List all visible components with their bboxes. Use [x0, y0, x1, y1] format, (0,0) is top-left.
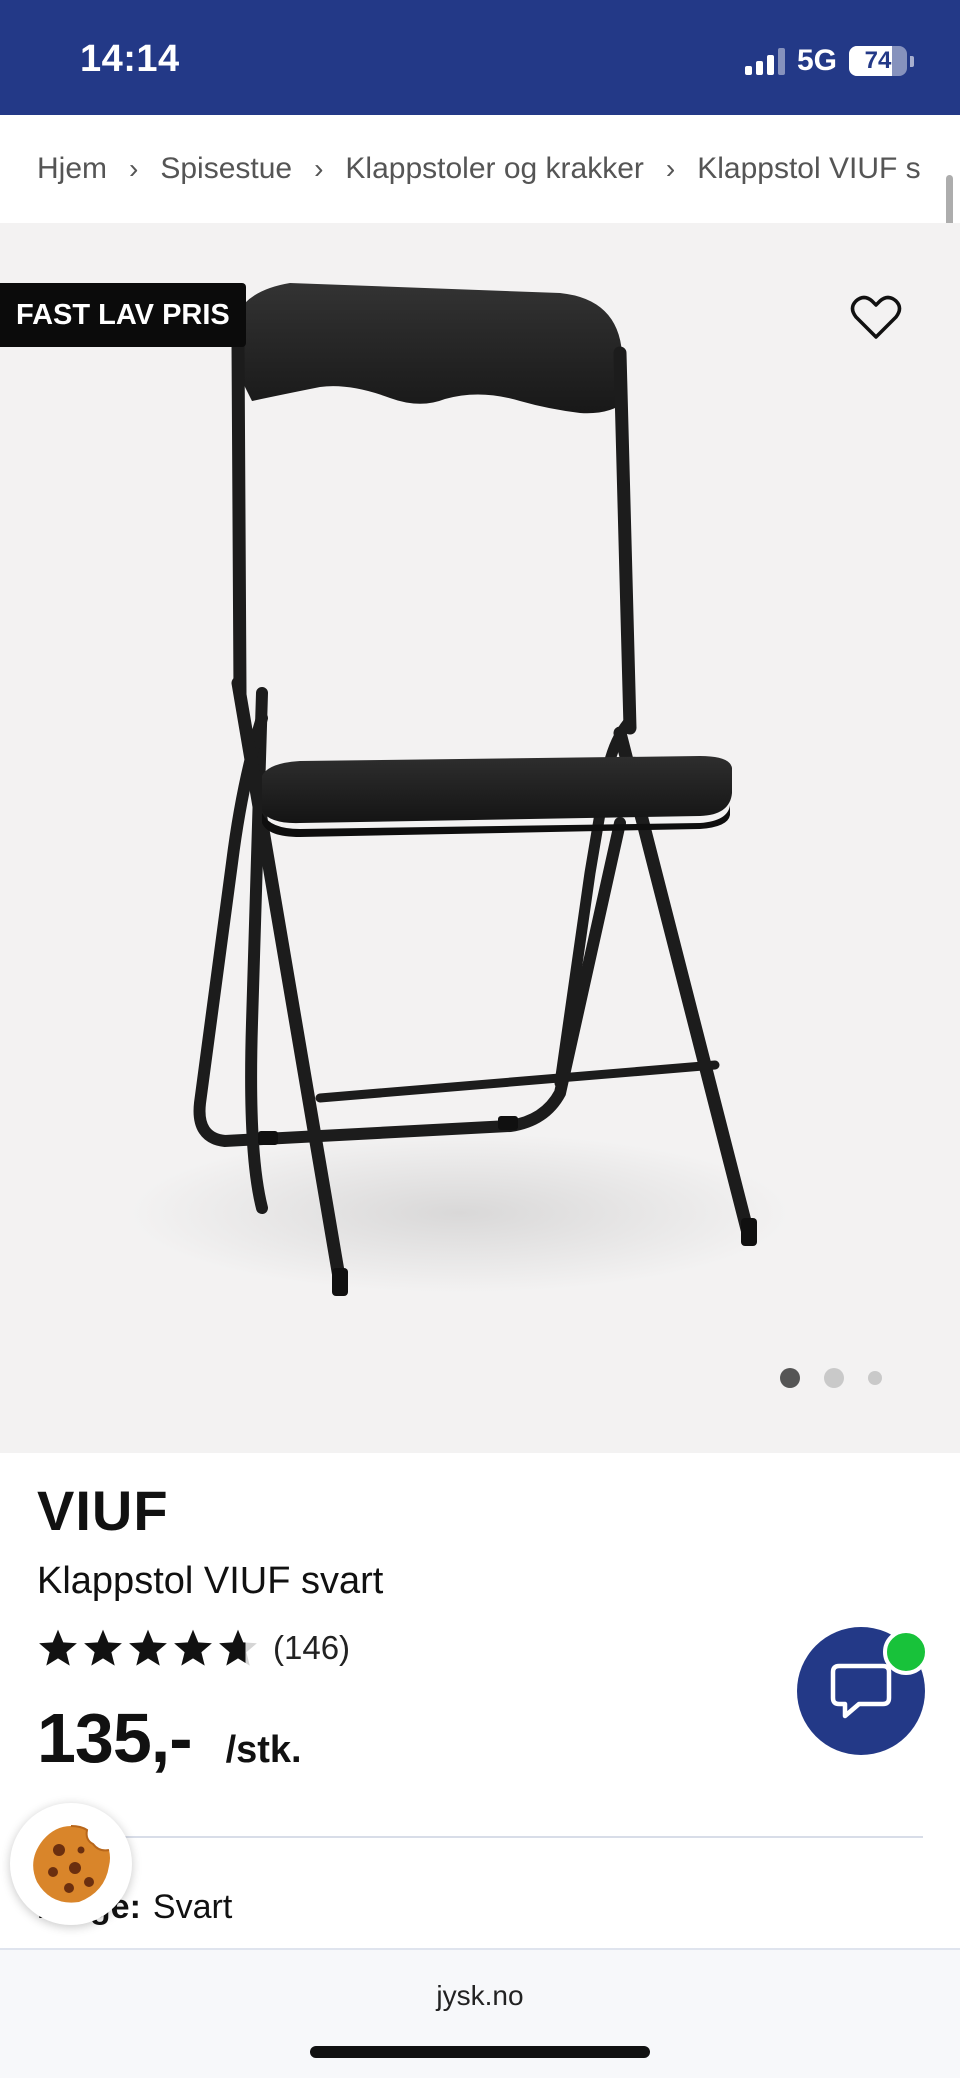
home-indicator[interactable]	[310, 2046, 650, 2058]
product-image-folding-chair	[130, 283, 790, 1296]
star-icon	[174, 1629, 212, 1666]
status-indicators: 5G 74	[744, 44, 914, 78]
network-type: 5G	[796, 44, 837, 77]
breadcrumb-spisestue[interactable]: Spisestue	[160, 152, 292, 186]
breadcrumb-home[interactable]: Hjem	[37, 152, 107, 186]
price-value: 135,-	[37, 1699, 193, 1777]
breadcrumb-separator-icon: ›	[129, 153, 139, 184]
cookie-icon	[33, 1825, 110, 1903]
rating-stars	[37, 1627, 259, 1669]
cookie-settings-button[interactable]	[10, 1803, 132, 1925]
gallery-dot[interactable]	[868, 1371, 882, 1385]
product-brand: VIUF	[37, 1479, 169, 1542]
review-count[interactable]: (146)	[273, 1629, 350, 1667]
breadcrumb-separator-icon: ›	[314, 153, 324, 184]
star-icon	[219, 1629, 257, 1666]
browser-url-bar[interactable]: jysk.no	[0, 1948, 960, 2078]
divider	[37, 1836, 923, 1838]
breadcrumb-klappstoler[interactable]: Klappstoler og krakker	[345, 152, 643, 186]
battery-icon: 74	[849, 46, 907, 76]
price-unit: /stk.	[225, 1729, 302, 1771]
status-bar: 14:14 5G 74	[0, 0, 960, 115]
battery-level: 74	[864, 47, 892, 74]
star-icon	[129, 1629, 167, 1666]
gallery-dot[interactable]	[780, 1368, 800, 1388]
product-rating[interactable]: (146)	[37, 1627, 350, 1669]
breadcrumb-separator-icon: ›	[665, 153, 676, 184]
signal-icon	[744, 47, 785, 75]
breadcrumb: Hjem › Spisestue › Klappstoler og krakke…	[0, 115, 960, 223]
url-text[interactable]: jysk.no	[0, 1980, 960, 2012]
gallery-pagination	[780, 1368, 882, 1388]
gallery-dot[interactable]	[824, 1368, 844, 1388]
chat-online-indicator	[883, 1629, 929, 1675]
product-name: Klappstol VIUF svart	[37, 1560, 384, 1602]
star-icon	[84, 1629, 122, 1666]
status-time: 14:14	[80, 38, 180, 80]
color-value: Svart	[152, 1888, 233, 1926]
price-badge: FAST LAV PRIS	[0, 283, 246, 347]
heart-icon[interactable]	[850, 295, 902, 341]
chat-bubble-icon	[830, 1663, 892, 1719]
product-price: 135,- /stk.	[37, 1698, 302, 1778]
breadcrumb-current: Klappstol VIUF s	[697, 152, 921, 185]
star-icon	[39, 1629, 77, 1666]
product-image-gallery[interactable]: FAST LAV PRIS	[0, 223, 960, 1453]
